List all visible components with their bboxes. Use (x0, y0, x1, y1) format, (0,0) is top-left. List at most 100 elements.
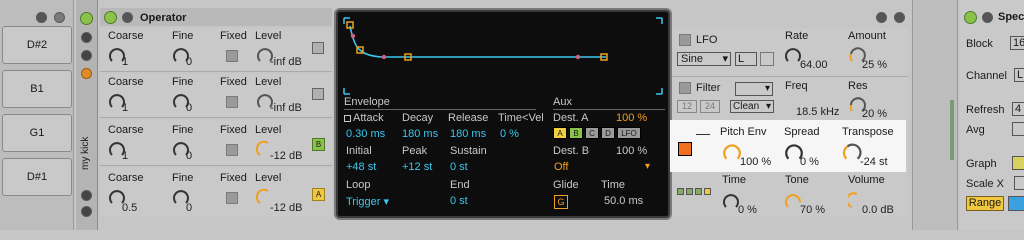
pad-label: D#2 (26, 39, 48, 51)
osc-select-button[interactable]: B (312, 138, 325, 151)
pitch-section: Pitch Env 100 % Spread 0 % Transpose -24… (670, 120, 906, 172)
graph-button[interactable] (1012, 156, 1024, 170)
sustain-value[interactable]: 0 st (450, 161, 468, 173)
chain-list-icon[interactable] (81, 50, 92, 61)
lfo-retrigger-button[interactable] (760, 52, 774, 66)
fixed-toggle[interactable] (226, 144, 238, 156)
timevel-label: Time<Vel (498, 112, 544, 124)
divider (553, 109, 665, 110)
lfo-wave-value: Sine (681, 53, 704, 65)
drum-pad[interactable]: G1 (2, 114, 72, 152)
scalex-label: Scale X (966, 178, 1004, 190)
desta-amount[interactable]: 100 % (616, 112, 647, 124)
release-value[interactable]: 180 ms (450, 128, 486, 140)
dest-lfo-button[interactable]: LFO (617, 127, 641, 139)
osc-waveform-buttons[interactable] (677, 188, 713, 196)
dest-c-button[interactable]: C (585, 127, 599, 139)
lfo-wave-dropdown[interactable]: Sine ▾ (677, 52, 731, 66)
spectrum-expand-icon[interactable] (982, 12, 993, 23)
divider (344, 109, 536, 110)
wave-button[interactable] (677, 188, 684, 195)
time-label: Time (601, 179, 626, 191)
drum-rack-hotswap-icon[interactable] (36, 12, 47, 23)
wave-button[interactable] (704, 188, 711, 195)
chain-orange-icon[interactable] (81, 68, 92, 79)
tone-value: 70 % (800, 204, 826, 216)
drum-pad[interactable]: D#1 (2, 158, 72, 196)
drum-pad[interactable]: D#2 (2, 26, 72, 64)
dest-button-label: LFO (621, 129, 637, 138)
wave-button[interactable] (686, 188, 693, 195)
coarse-label: Coarse (108, 172, 144, 184)
pad-label: B1 (30, 83, 44, 95)
drum-pad[interactable]: B1 (2, 70, 72, 108)
spectrum-activator-icon[interactable] (964, 11, 977, 24)
pitchenv-dial-icon[interactable] (722, 142, 742, 162)
attack-value[interactable]: 0.30 ms (346, 128, 385, 140)
operator-expand-icon[interactable] (122, 12, 133, 23)
amount-label: Amount (848, 30, 886, 42)
envelope-graph[interactable] (342, 16, 664, 96)
range-button[interactable]: Range (966, 196, 1004, 211)
pitch-env-toggle[interactable] (678, 142, 692, 156)
block-dropdown[interactable]: 16 (1010, 36, 1024, 50)
fixed-label: Fixed (220, 30, 247, 42)
initial-value[interactable]: +48 st (346, 161, 376, 173)
operator-hotswap-icon[interactable] (876, 12, 887, 23)
operator-activator-icon[interactable] (104, 11, 117, 24)
pad-mute-icon[interactable] (54, 12, 65, 23)
osc-select-button[interactable] (312, 88, 324, 100)
filter-toggle[interactable] (679, 82, 691, 94)
pitchenv-value: 100 % (740, 156, 772, 168)
destb-amount[interactable]: 100 % (616, 145, 647, 157)
loop-dropdown[interactable]: Trigger ▾ (346, 195, 389, 208)
loop-label: Loop (346, 179, 371, 191)
coarse-value: 1 (122, 102, 129, 114)
wave-button[interactable] (695, 188, 702, 195)
filter-slope-12[interactable]: 12 (677, 100, 697, 113)
peak-value[interactable]: +12 st (402, 161, 432, 173)
range-toggle[interactable] (1008, 196, 1024, 211)
level-meter (950, 100, 954, 160)
timevel-value[interactable]: 0 % (500, 128, 519, 140)
filter-circuit-dropdown[interactable]: Clean ▾ (730, 100, 774, 113)
osc-select-button[interactable]: A (312, 188, 325, 201)
dest-d-button[interactable]: D (601, 127, 615, 139)
chevron-down-icon: ▾ (722, 53, 728, 65)
filter-type-dropdown[interactable]: ▾ (735, 82, 773, 96)
pad-label: G1 (29, 127, 45, 139)
avg-field[interactable] (1012, 122, 1024, 136)
spread-value: 0 % (800, 156, 819, 168)
channel-dropdown[interactable]: L (1014, 68, 1024, 82)
scalex-button[interactable] (1014, 176, 1024, 190)
time-value[interactable]: 50.0 ms (604, 195, 643, 207)
dest-a-button[interactable]: A (553, 127, 567, 139)
chain-activator-icon[interactable] (80, 12, 93, 25)
end-value[interactable]: 0 st (450, 195, 468, 207)
level-label: Level (255, 76, 282, 88)
glide-button[interactable]: G (554, 195, 568, 209)
dest-button-label: A (557, 129, 563, 138)
spectrum-title: Spec (998, 11, 1024, 23)
osc-select-button[interactable] (312, 42, 324, 54)
lfo-toggle[interactable] (679, 34, 691, 46)
fixed-toggle[interactable] (226, 96, 238, 108)
chain-power-icon[interactable] (81, 206, 92, 217)
chain-settings-icon[interactable] (81, 32, 92, 43)
time-bottom-value: 0 % (738, 204, 757, 216)
lfo-mode-dropdown[interactable]: L (735, 52, 757, 66)
refresh-field[interactable]: 4 (1012, 102, 1024, 116)
filter-slope-24[interactable]: 24 (700, 100, 720, 113)
fixed-toggle[interactable] (226, 192, 238, 204)
attack-mode-icon[interactable] (344, 115, 351, 122)
transpose-dial-icon[interactable] (842, 142, 862, 162)
level-value: -inf dB (270, 56, 302, 68)
osc-row: Coarse Fine Fixed Level 1 0 -12 dB B (100, 120, 332, 166)
decay-value[interactable]: 180 ms (402, 128, 438, 140)
dest-b-button[interactable]: B (569, 127, 583, 139)
fixed-toggle[interactable] (226, 50, 238, 62)
aux-section-label: Aux (553, 96, 572, 108)
chain-save-icon[interactable] (81, 190, 92, 201)
operator-save-icon[interactable] (894, 12, 905, 23)
destb-dropdown[interactable]: Off ▾ (554, 161, 650, 175)
